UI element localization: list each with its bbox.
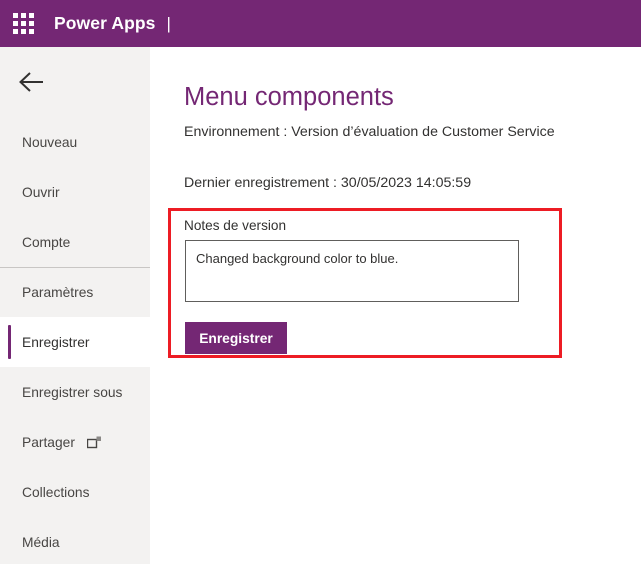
version-notes-input[interactable]: [185, 240, 519, 302]
sidebar-item-compte[interactable]: Compte: [0, 217, 150, 267]
sidebar-nav-list: Nouveau Ouvrir Compte Paramètres Enregis…: [0, 117, 150, 567]
sidebar-item-label: Enregistrer sous: [22, 385, 122, 400]
sidebar-item-label: Paramètres: [22, 285, 93, 300]
sidebar-item-collections[interactable]: Collections: [0, 467, 150, 517]
sidebar-item-label: Nouveau: [22, 135, 77, 150]
sidebar-item-partager[interactable]: Partager: [0, 417, 150, 467]
notes-field-label: Notes de version: [184, 218, 286, 233]
sidebar-item-label: Ouvrir: [22, 185, 60, 200]
top-header-bar: Power Apps |: [0, 0, 641, 47]
waffle-dot: [21, 13, 26, 18]
sidebar-item-label: Compte: [22, 235, 70, 250]
waffle-dot: [13, 21, 18, 26]
main-content: Menu components Environnement : Version …: [150, 47, 641, 564]
waffle-dot: [13, 13, 18, 18]
save-button[interactable]: Enregistrer: [185, 322, 287, 354]
back-button[interactable]: [14, 61, 56, 103]
page-title: Menu components: [184, 83, 394, 112]
sidebar-item-ouvrir[interactable]: Ouvrir: [0, 167, 150, 217]
sidebar-item-parametres[interactable]: Paramètres: [0, 267, 150, 317]
waffle-dot: [29, 21, 34, 26]
sidebar-item-label: Partager: [22, 435, 75, 450]
open-in-new-window-icon: [87, 436, 102, 449]
last-saved-line: Dernier enregistrement : 30/05/2023 14:0…: [184, 175, 471, 191]
environment-line: Environnement : Version d’évaluation de …: [184, 124, 555, 140]
sidebar-item-label: Enregistrer: [22, 335, 89, 350]
waffle-dot: [21, 21, 26, 26]
waffle-dot: [29, 29, 34, 34]
sidebar-item-nouveau[interactable]: Nouveau: [0, 117, 150, 167]
sidebar-item-enregistrer[interactable]: Enregistrer: [0, 317, 150, 367]
waffle-dot: [21, 29, 26, 34]
app-launcher-grid-icon[interactable]: [9, 10, 37, 38]
left-sidebar: Nouveau Ouvrir Compte Paramètres Enregis…: [0, 47, 150, 564]
sidebar-item-label: Média: [22, 535, 60, 550]
waffle-dot: [13, 29, 18, 34]
brand-title[interactable]: Power Apps: [54, 13, 155, 34]
sidebar-item-label: Collections: [22, 485, 89, 500]
brand-separator: |: [166, 14, 170, 34]
waffle-dot: [29, 13, 34, 18]
back-arrow-icon: [18, 71, 52, 93]
sidebar-item-enregistrer-sous[interactable]: Enregistrer sous: [0, 367, 150, 417]
sidebar-item-media[interactable]: Média: [0, 517, 150, 567]
